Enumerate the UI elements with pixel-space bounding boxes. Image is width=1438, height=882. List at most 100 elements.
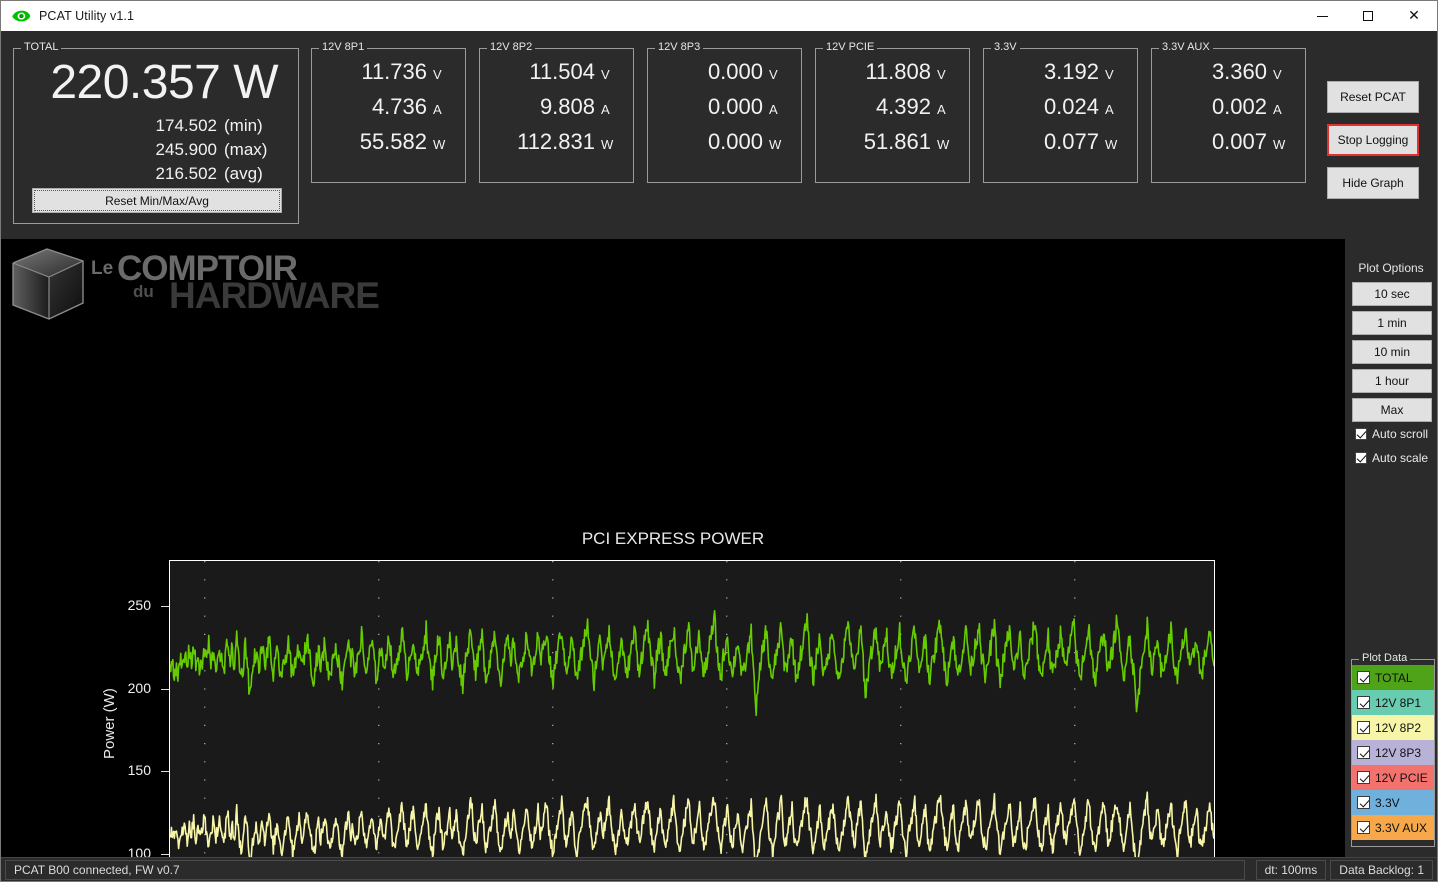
- readout-panel: TOTAL 220.357 W 174.502 (min) 245.900 (max…: [1, 31, 1437, 239]
- rail-current-unit: A: [433, 102, 442, 117]
- y-tick-label: 250: [127, 597, 151, 614]
- chart-y-axis-label: Power (W): [101, 688, 118, 759]
- total-max-value: 245.900: [155, 140, 217, 159]
- reset-pcat-button[interactable]: Reset PCAT: [1327, 81, 1419, 113]
- close-button[interactable]: ✕: [1391, 1, 1437, 31]
- plot-data-item-label: TOTAL: [1375, 670, 1413, 685]
- auto-scroll-checkbox[interactable]: Auto scroll: [1355, 427, 1428, 441]
- rail-current: 4.392 A: [876, 94, 959, 120]
- reset-min-max-avg-button[interactable]: Reset Min/Max/Avg: [32, 188, 282, 213]
- y-tick-mark: [161, 853, 169, 855]
- plot-data-item-12v-8p2[interactable]: 12V 8P2: [1352, 715, 1434, 740]
- total-min-row: 174.502 (min): [156, 116, 278, 136]
- rail-current-unit: A: [1273, 102, 1282, 117]
- plot-data-item-3-3v[interactable]: 3.3V: [1352, 790, 1434, 815]
- plot-range-10-sec[interactable]: 10 sec: [1352, 282, 1432, 306]
- rail-power-unit: W: [937, 137, 950, 152]
- plot-range-1-min[interactable]: 1 min: [1352, 311, 1432, 335]
- checkmark-icon: [1357, 771, 1370, 784]
- rail-voltage: 3.360 V: [1212, 59, 1295, 85]
- rail-group-title: 3.3V: [991, 41, 1020, 53]
- rail-power: 112.831 W: [517, 129, 623, 155]
- hide-graph-button[interactable]: Hide Graph: [1327, 167, 1419, 199]
- status-dt: dt: 100ms: [1255, 859, 1327, 880]
- plot-range-10-min[interactable]: 10 min: [1352, 340, 1432, 364]
- close-icon: ✕: [1408, 8, 1420, 24]
- minimize-button[interactable]: [1299, 1, 1345, 31]
- rail-group-3-3v-aux: 3.3V AUX 3.360 V 0.002 A 0.007 W: [1151, 41, 1306, 183]
- plot-data-item-12v-pcie[interactable]: 12V PCIE: [1352, 765, 1434, 790]
- checkmark-icon: [1357, 796, 1370, 809]
- total-max-label: (max): [224, 140, 268, 159]
- plot-data-item-12v-8p1[interactable]: 12V 8P1: [1352, 690, 1434, 715]
- status-bar: PCAT B00 connected, FW v0.7 dt: 100ms Da…: [1, 857, 1437, 881]
- rail-power: 51.861 W: [864, 129, 959, 155]
- rail-power: 55.582 W: [360, 129, 455, 155]
- y-tick-label: 100: [127, 844, 151, 857]
- rail-group-title: 12V 8P2: [487, 41, 536, 53]
- rail-power-unit: W: [769, 137, 782, 152]
- rail-power: 0.007 W: [1212, 129, 1295, 155]
- rail-group-12v-8p2: 12V 8P2 11.504 V 9.808 A 112.831 W: [479, 41, 634, 183]
- chart-title: PCI EXPRESS POWER: [581, 529, 765, 548]
- total-avg-label: (avg): [224, 164, 263, 183]
- checkmark-icon: [1357, 671, 1370, 684]
- plot-data-group: Plot Data TOTAL 12V 8P1 12V 8P2 12V 8P3 12V …: [1351, 652, 1435, 847]
- y-tick-label: 200: [127, 679, 151, 696]
- rail-power-unit: W: [1105, 137, 1118, 152]
- series-line: [169, 609, 1215, 717]
- rail-current: 0.002 A: [1212, 94, 1295, 120]
- rail-group-title: 12V 8P3: [655, 41, 704, 53]
- watermark-comptoir: COMPTOIR: [117, 249, 298, 288]
- rail-group-3-3v: 3.3V 3.192 V 0.024 A 0.077 W: [983, 41, 1138, 183]
- rail-voltage: 0.000 V: [708, 59, 791, 85]
- rail-current-unit: A: [601, 102, 610, 117]
- series-line: [169, 791, 1215, 857]
- stop-logging-button[interactable]: Stop Logging: [1327, 124, 1419, 156]
- rail-group-title: 12V 8P1: [319, 41, 368, 53]
- y-tick-mark: [161, 606, 169, 608]
- rail-group-12v-8p1: 12V 8P1 11.736 V 4.736 A 55.582 W: [311, 41, 466, 183]
- minimize-icon: [1316, 15, 1328, 17]
- rail-voltage: 11.736 V: [361, 59, 455, 85]
- plot-data-item-12v-8p3[interactable]: 12V 8P3: [1352, 740, 1434, 765]
- total-min-value: 174.502: [155, 116, 217, 135]
- rail-current-unit: A: [769, 102, 778, 117]
- auto-scale-checkbox[interactable]: Auto scale: [1355, 451, 1428, 465]
- plot-data-group-title: Plot Data: [1359, 652, 1411, 664]
- rail-group-title: 3.3V AUX: [1159, 41, 1213, 53]
- rail-current-unit: A: [1105, 102, 1114, 117]
- auto-scroll-label: Auto scroll: [1372, 427, 1429, 441]
- right-sidebar: Plot Options 10 sec 1 min 10 min 1 hour Max …: [1345, 239, 1437, 857]
- y-tick-mark: [161, 688, 169, 690]
- chart-plot-area[interactable]: [169, 560, 1215, 857]
- total-max-row: 245.900 (max): [156, 140, 278, 160]
- rail-current: 9.808 A: [540, 94, 623, 120]
- rail-power-unit: W: [433, 137, 446, 152]
- window-title: PCAT Utility v1.1: [39, 9, 135, 23]
- pcat-utility-window: PCAT Utility v1.1 ✕ TOTAL 220.357 W 174.…: [0, 0, 1438, 882]
- plot-data-item-label: 12V 8P1: [1375, 695, 1422, 710]
- plot-data-item-total[interactable]: TOTAL: [1352, 665, 1434, 690]
- comptoir-hardware-watermark: Le COMPTOIR du HARDWARE: [5, 247, 385, 327]
- graph-area[interactable]: Le COMPTOIR du HARDWARE PCI EXPRESS POWE…: [1, 239, 1345, 857]
- watermark-du: du: [133, 282, 154, 301]
- plot-data-item-3-3v-aux[interactable]: 3.3V AUX: [1352, 815, 1434, 840]
- maximize-button[interactable]: [1345, 1, 1391, 31]
- rail-power-unit: W: [1273, 137, 1286, 152]
- plot-range-1-hour[interactable]: 1 hour: [1352, 369, 1432, 393]
- checkmark-icon: [1355, 452, 1367, 464]
- total-group-title: TOTAL: [21, 41, 62, 53]
- total-min-label: (min): [224, 116, 263, 135]
- rail-power-unit: W: [601, 137, 614, 152]
- rail-group-12v-pcie: 12V PCIE 11.808 V 4.392 A 51.861 W: [815, 41, 970, 183]
- rail-group-title: 12V PCIE: [823, 41, 878, 53]
- total-power-value: 220.357 W: [50, 56, 278, 109]
- rail-voltage-unit: V: [601, 67, 610, 82]
- rail-voltage: 3.192 V: [1044, 59, 1127, 85]
- watermark-le: Le: [91, 258, 114, 279]
- checkmark-icon: [1357, 746, 1370, 759]
- nvidia-eye-icon: [11, 9, 31, 23]
- auto-scale-label: Auto scale: [1372, 451, 1429, 465]
- plot-range-Max[interactable]: Max: [1352, 398, 1432, 422]
